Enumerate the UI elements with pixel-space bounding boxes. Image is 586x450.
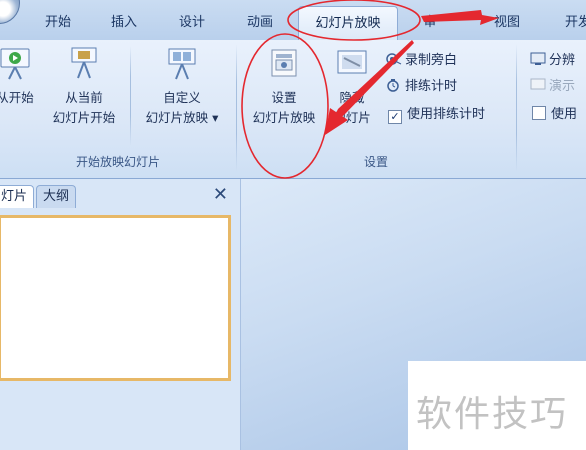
use-presenter-view-label: 使用 — [551, 107, 578, 122]
custom-show-label-1: 自定义 — [163, 90, 201, 105]
group-separator — [516, 44, 517, 172]
rehearse-timings-button[interactable]: 排练计时 — [386, 77, 457, 97]
tab-home[interactable]: 开始 — [38, 12, 78, 34]
from-beginning-button[interactable]: 从开始 — [0, 46, 40, 108]
slides-panel: 灯片 大纲 ✕ — [0, 179, 241, 450]
record-narration-button[interactable]: 录制旁白 — [386, 51, 457, 71]
timer-icon — [386, 78, 402, 92]
tab-slides[interactable]: 灯片 — [0, 185, 35, 208]
hide-slide-icon — [334, 46, 370, 82]
show-on-button[interactable]: 演示 — [530, 77, 575, 97]
use-presenter-view-checkbox[interactable]: 使用 — [532, 105, 577, 125]
ribbon-tab-strip: 开始 插入 设计 动画 幻灯片放映 审 视图 开发 — [0, 0, 586, 41]
tab-review[interactable]: 审 — [420, 12, 440, 34]
projector-current-icon — [66, 46, 102, 82]
from-current-label-2: 幻灯片开始 — [52, 110, 116, 125]
tab-developer[interactable]: 开发 — [558, 12, 586, 34]
use-timings-check-icon: ✓ — [388, 110, 402, 124]
group-label-start-show: 开始放映幻灯片 — [75, 155, 160, 169]
setup-slide-show-button[interactable]: 设置 幻灯片放映 — [242, 46, 326, 128]
hide-slide-label-2: 幻灯片 — [333, 110, 371, 125]
from-beginning-label: 从开始 — [0, 90, 34, 105]
presenter-display-icon — [530, 78, 546, 92]
custom-show-label-2: 幻灯片放映 ▾ — [145, 110, 219, 125]
record-narration-label: 录制旁白 — [405, 53, 458, 68]
show-on-label: 演示 — [549, 79, 576, 94]
ribbon: 从开始 从当前 幻灯片开始 自定义 幻灯片放映 ▾ 开始放映幻灯片 设置 幻灯片… — [0, 40, 586, 179]
setup-show-icon — [266, 46, 302, 82]
hide-slide-label-1: 隐藏 — [339, 90, 365, 105]
tab-outline[interactable]: 大纲 — [36, 185, 77, 208]
tab-insert[interactable]: 插入 — [104, 12, 144, 34]
custom-show-button[interactable]: 自定义 幻灯片放映 ▾ — [134, 46, 230, 128]
rehearse-timings-label: 排练计时 — [405, 79, 458, 94]
use-timings-label: 使用排练计时 — [407, 107, 486, 122]
projector-play-icon — [0, 46, 33, 82]
tab-animation[interactable]: 动画 — [240, 12, 280, 34]
tab-design[interactable]: 设计 — [172, 12, 212, 34]
microphone-icon — [386, 52, 402, 66]
watermark: 软件技巧 — [408, 361, 586, 450]
separator — [130, 46, 131, 146]
hide-slide-button[interactable]: 隐藏 幻灯片 — [326, 46, 378, 128]
tab-view[interactable]: 视图 — [490, 12, 524, 34]
projector-custom-icon — [164, 46, 200, 82]
setup-slide-show-label-1: 设置 — [271, 90, 297, 105]
resolution-label: 分辨 — [549, 53, 576, 68]
resolution-button[interactable]: 分辨 — [530, 51, 575, 71]
from-current-button[interactable]: 从当前 幻灯片开始 — [44, 46, 124, 128]
slide-thumbnail[interactable] — [0, 215, 231, 381]
close-icon[interactable]: ✕ — [213, 185, 228, 205]
setup-slide-show-label-2: 幻灯片放映 — [252, 110, 316, 125]
watermark-text: 软件技巧 — [416, 394, 569, 435]
tab-slide-show[interactable]: 幻灯片放映 — [298, 6, 398, 40]
presenter-view-check-icon — [532, 106, 546, 120]
from-current-label-1: 从当前 — [65, 90, 103, 105]
group-label-setup: 设置 — [363, 155, 388, 169]
panel-tabs: 灯片 大纲 ✕ — [0, 183, 240, 208]
monitor-icon — [530, 52, 546, 66]
use-timings-checkbox[interactable]: ✓ 使用排练计时 — [388, 105, 485, 125]
office-button[interactable] — [0, 0, 20, 24]
